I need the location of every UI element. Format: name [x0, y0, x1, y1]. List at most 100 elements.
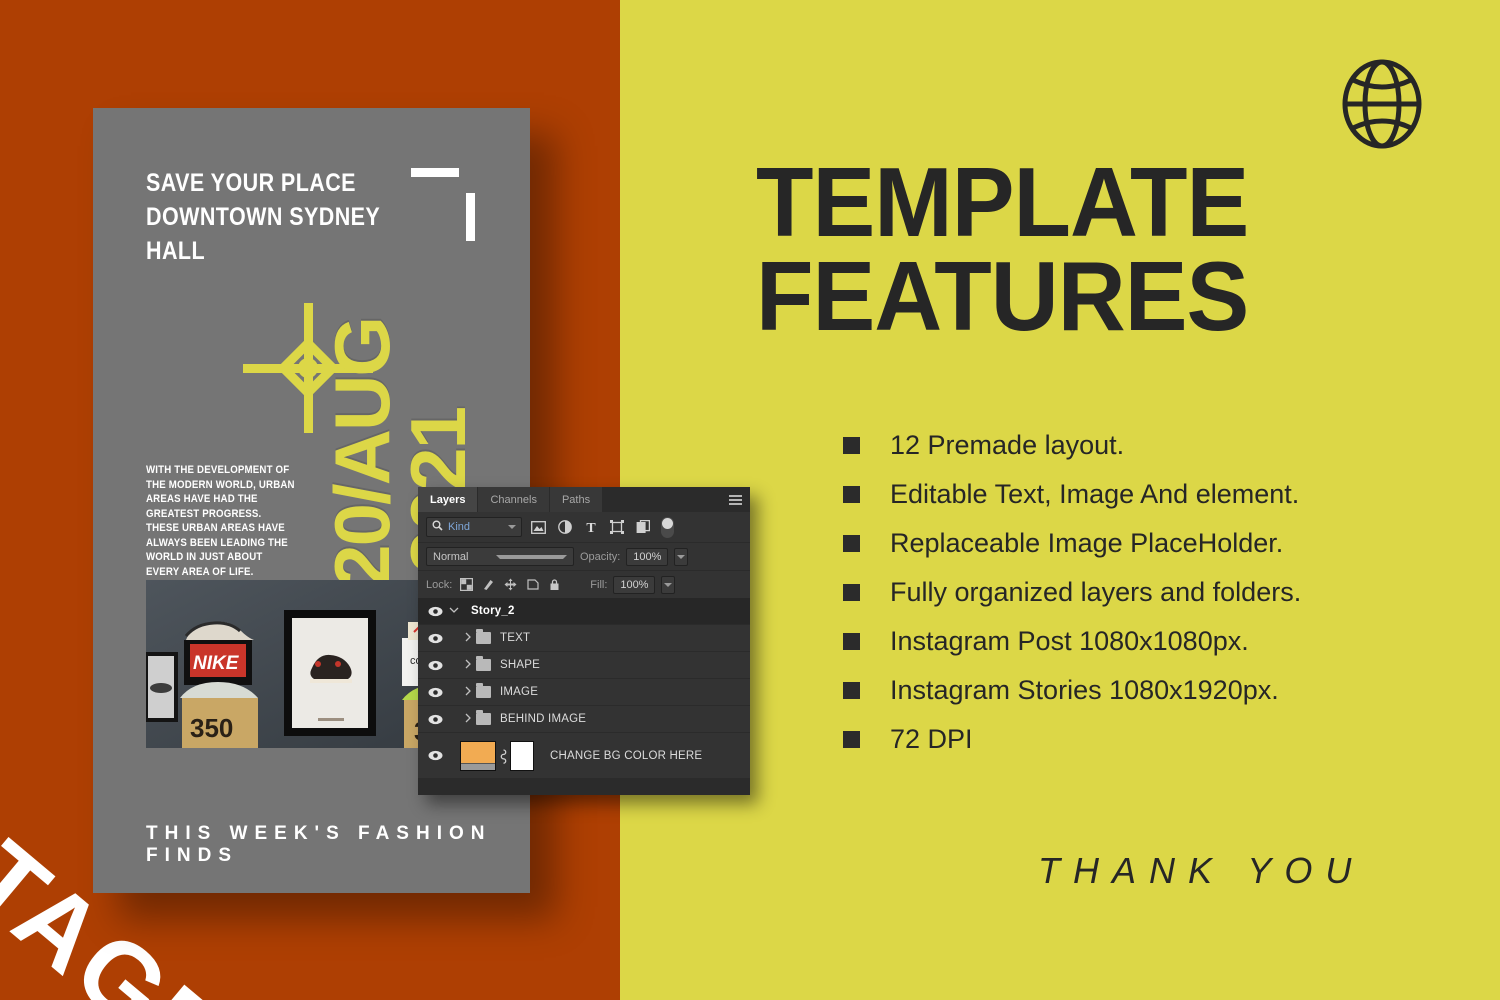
tab-layers[interactable]: Layers [418, 487, 479, 512]
feature-label: Fully organized layers and folders. [890, 577, 1302, 607]
tab-channels[interactable]: Channels [478, 487, 550, 512]
feature-label: Instagram Post 1080x1080px. [890, 626, 1249, 656]
feature-item: Instagram Post 1080x1080px. [843, 624, 1301, 658]
blend-mode-select[interactable]: Normal [426, 547, 574, 566]
bullet-square-icon [843, 486, 860, 503]
layer-row-text[interactable]: TEXT [418, 625, 750, 652]
layer-filter-bar: Kind T [418, 512, 750, 542]
globe-icon [1341, 58, 1423, 150]
folder-icon [476, 629, 491, 644]
shape-layer-filter-icon[interactable] [607, 518, 626, 537]
panel-tab-bar: Layers Channels Paths [418, 487, 750, 512]
folder-icon [476, 683, 491, 698]
opacity-value[interactable]: 100% [626, 547, 669, 566]
tab-paths[interactable]: Paths [549, 487, 604, 512]
svg-text:350: 350 [190, 713, 233, 743]
layer-row-behind-image[interactable]: BEHIND IMAGE [418, 706, 750, 733]
chevron-down-icon[interactable] [446, 606, 462, 617]
poster-heading: SAVE YOUR PLACE DOWNTOWN SYDNEY HALL [146, 166, 380, 268]
poster-heading-line-1: SAVE YOUR PLACE [146, 169, 356, 197]
lock-position-icon[interactable] [502, 577, 518, 593]
opacity-stepper[interactable] [674, 547, 689, 566]
bullet-square-icon [843, 584, 860, 601]
search-icon [432, 520, 443, 534]
type-layer-filter-icon[interactable]: T [581, 518, 600, 537]
page-title: TEMPLATE FEATURES [756, 147, 1249, 351]
bullet-square-icon [843, 633, 860, 650]
feature-item: Instagram Stories 1080x1920px. [843, 673, 1301, 707]
lock-all-icon[interactable] [546, 577, 562, 593]
layer-row-image[interactable]: IMAGE [418, 679, 750, 706]
smart-object-filter-icon[interactable] [633, 518, 652, 537]
features-list: 12 Premade layout. Editable Text, Image … [843, 428, 1301, 771]
svg-text:T: T [586, 521, 596, 534]
chevron-right-icon[interactable] [460, 713, 476, 726]
chevron-down-icon [496, 554, 567, 559]
photoshop-layers-panel[interactable]: Layers Channels Paths Kind T Normal Opac… [418, 487, 750, 795]
feature-item: Fully organized layers and folders. [843, 575, 1301, 609]
layer-name: SHAPE [500, 659, 540, 671]
poster-tick-vertical [466, 193, 475, 241]
layer-row-shape[interactable]: SHAPE [418, 652, 750, 679]
eye-icon[interactable] [424, 750, 446, 761]
blend-mode-value: Normal [433, 550, 469, 563]
feature-label: 72 DPI [890, 724, 973, 754]
lock-label: Lock: [426, 578, 453, 591]
layer-row-story-2[interactable]: Story_2 [418, 598, 750, 625]
filter-kind-select[interactable]: Kind [426, 517, 522, 537]
fill-layer-thumbnail[interactable] [460, 740, 496, 771]
adjustment-layer-filter-icon[interactable] [555, 518, 574, 537]
lock-fill-row: Lock: Fill: 100% [418, 570, 750, 598]
feature-item: 12 Premade layout. [843, 428, 1301, 462]
bullet-square-icon [843, 535, 860, 552]
layer-name: TEXT [500, 632, 531, 644]
feature-item: Replaceable Image PlaceHolder. [843, 526, 1301, 560]
chevron-down-icon [508, 525, 516, 529]
feature-item: Editable Text, Image And element. [843, 477, 1301, 511]
chevron-right-icon[interactable] [460, 686, 476, 699]
eye-icon[interactable] [424, 633, 446, 644]
link-mask-icon[interactable] [496, 748, 510, 764]
eye-icon[interactable] [424, 660, 446, 671]
layer-row-change-bg-color[interactable]: CHANGE BG COLOR HERE [418, 733, 750, 779]
panel-menu-icon[interactable] [729, 495, 742, 505]
fill-value[interactable]: 100% [613, 575, 656, 594]
poster-heading-line-3: HALL [146, 237, 206, 265]
fill-label: Fill: [590, 578, 608, 591]
lock-image-pixels-icon[interactable] [480, 577, 496, 593]
lock-transparent-pixels-icon[interactable] [458, 577, 474, 593]
feature-label: 12 Premade layout. [890, 430, 1125, 460]
page-title-line-1: TEMPLATE [756, 147, 1249, 257]
lock-artboard-nesting-icon[interactable] [524, 577, 540, 593]
layer-name: Story_2 [471, 605, 515, 617]
eye-icon[interactable] [424, 687, 446, 698]
opacity-label: Opacity: [580, 550, 621, 563]
eye-icon[interactable] [424, 606, 446, 617]
fill-stepper[interactable] [661, 575, 676, 594]
filter-enable-toggle[interactable] [661, 516, 674, 538]
feature-label: Replaceable Image PlaceHolder. [890, 528, 1284, 558]
chevron-right-icon[interactable] [460, 632, 476, 645]
layer-name: IMAGE [500, 686, 539, 698]
bullet-square-icon [843, 682, 860, 699]
poster-tick-horizontal [411, 168, 459, 177]
eye-icon[interactable] [424, 714, 446, 725]
chevron-right-icon[interactable] [460, 659, 476, 672]
filter-kind-value: Kind [448, 521, 471, 533]
bullet-square-icon [843, 731, 860, 748]
feature-label: Editable Text, Image And element. [890, 479, 1300, 509]
poster-heading-line-2: DOWNTOWN SYDNEY [146, 203, 381, 231]
blend-opacity-row: Normal Opacity: 100% [418, 542, 750, 570]
layer-name: BEHIND IMAGE [500, 713, 587, 725]
page-title-line-2: FEATURES [756, 241, 1249, 351]
folder-icon [476, 656, 491, 671]
pixel-layer-filter-icon[interactable] [529, 518, 548, 537]
folder-icon [476, 710, 491, 725]
poster-footer-text: THIS WEEK'S FASHION FINDS [146, 823, 492, 866]
slide-canvas: INSTAGRAM SAVE YOUR PLACE DOWNTOWN SYDNE… [0, 0, 1500, 1000]
layers-list: Story_2 TEXT SHAPE IMAGE BEHIND IMAGE CH… [418, 598, 750, 779]
thank-you-text: THANK YOU [1038, 850, 1365, 891]
layer-mask-thumbnail[interactable] [510, 740, 534, 771]
poster-body-text: WITH THE DEVELOPMENT OF THE MODERN WORLD… [146, 464, 295, 578]
bullet-square-icon [843, 437, 860, 454]
